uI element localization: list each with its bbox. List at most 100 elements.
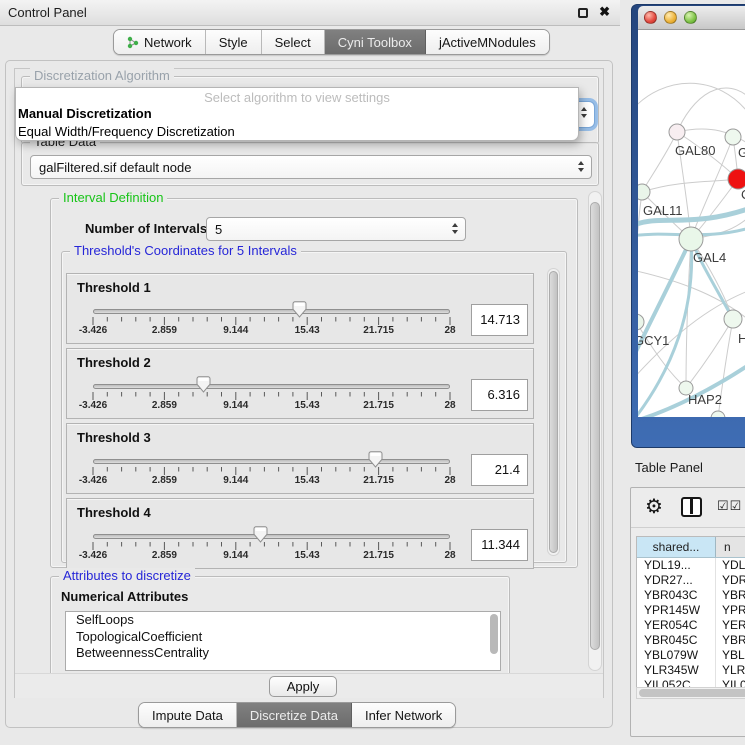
cell-shared-name[interactable]: YPR145W: [637, 603, 716, 618]
column-header-name[interactable]: n: [716, 537, 745, 557]
table-row[interactable]: YDL19...YDL1: [637, 558, 745, 573]
threshold-value-field[interactable]: 14.713: [471, 304, 528, 336]
tick-label: -3.426: [79, 550, 107, 561]
slider-handle[interactable]: [253, 526, 268, 543]
network-icon: [127, 36, 139, 49]
attribute-item[interactable]: BetweennessCentrality: [66, 645, 500, 662]
tab-impute-data[interactable]: Impute Data: [139, 703, 237, 727]
tab-select[interactable]: Select: [262, 30, 325, 54]
number-of-intervals-label: Number of Intervals: [85, 221, 207, 236]
cell-shared-name[interactable]: YBR043C: [637, 588, 716, 603]
table-row[interactable]: YDR27...YDR2: [637, 573, 745, 588]
dropdown-option-equal-width[interactable]: Equal Width/Frequency Discretization: [16, 122, 578, 140]
network-node[interactable]: [711, 411, 725, 417]
tab-infer-network[interactable]: Infer Network: [352, 703, 455, 727]
threshold-box-4: Threshold 4-3.4262.8599.14415.4321.71528…: [66, 498, 534, 569]
attributes-list-scrollbar-thumb[interactable]: [490, 614, 498, 654]
cell-shared-name[interactable]: YDL19...: [637, 558, 716, 573]
close-traffic-light-icon[interactable]: [644, 11, 657, 24]
number-of-intervals-combo[interactable]: 5: [206, 217, 466, 241]
float-window-icon[interactable]: [578, 8, 588, 18]
attribute-item[interactable]: SelfLoops: [66, 612, 500, 629]
threshold-value-field[interactable]: 21.4: [471, 454, 528, 486]
slider-track[interactable]: [93, 384, 450, 389]
table-row[interactable]: YBR043CYBR0: [637, 588, 745, 603]
control-panel-titlebar: Control Panel ✖: [0, 0, 620, 26]
split-panel-icon[interactable]: [681, 497, 702, 517]
minimize-traffic-light-icon[interactable]: [664, 11, 677, 24]
threshold-value-field[interactable]: 6.316: [471, 379, 528, 411]
threshold-label: Threshold 4: [77, 505, 151, 520]
network-node[interactable]: [679, 227, 703, 251]
table-horizontal-scrollbar[interactable]: [636, 687, 745, 699]
column-header-shared-name[interactable]: shared...: [637, 537, 716, 557]
tab-label: Style: [219, 35, 248, 50]
cell-name[interactable]: YLR3: [716, 663, 745, 678]
combo-arrows-icon: [578, 161, 584, 172]
network-node[interactable]: [728, 169, 745, 189]
tab-network[interactable]: Network: [114, 30, 206, 54]
attribute-item[interactable]: TopologicalCoefficient: [66, 629, 500, 646]
cell-name[interactable]: YDL1: [716, 558, 745, 573]
network-node[interactable]: [669, 124, 685, 140]
cell-name[interactable]: YDR2: [716, 573, 745, 588]
close-icon[interactable]: ✖: [599, 4, 610, 20]
select-columns-icons[interactable]: ☑☑: [717, 498, 742, 514]
network-edge: [642, 132, 677, 192]
table-row[interactable]: YBR045CYBR0: [637, 633, 745, 648]
tick-label: -3.426: [79, 325, 107, 336]
network-node[interactable]: [725, 129, 741, 145]
table-row[interactable]: YPR145WYPR1: [637, 603, 745, 618]
table-hscrollbar-thumb[interactable]: [639, 689, 745, 697]
numerical-attributes-list[interactable]: SelfLoopsTopologicalCoefficientBetweenne…: [65, 611, 501, 671]
apply-button[interactable]: Apply: [269, 676, 337, 697]
tick-label: 28: [444, 475, 455, 486]
slider-track[interactable]: [93, 459, 450, 464]
tick-label: 9.144: [223, 550, 248, 561]
table-data-combo[interactable]: galFiltered.sif default node: [30, 155, 592, 179]
table-row[interactable]: YLR345WYLR3: [637, 663, 745, 678]
threshold-box-3: Threshold 3-3.4262.8599.14415.4321.71528…: [66, 423, 534, 494]
network-node[interactable]: [638, 184, 650, 200]
slider-handle[interactable]: [292, 301, 307, 318]
tab-cyni-toolbox[interactable]: Cyni Toolbox: [325, 30, 426, 54]
panel-vertical-scrollbar[interactable]: [588, 191, 602, 671]
threshold-label: Threshold 2: [77, 355, 151, 370]
cell-shared-name[interactable]: YLR345W: [637, 663, 716, 678]
network-view-window: GAL80GACGAL11GAL4GCY1HHAP2: [631, 4, 745, 448]
tick-label: 2.859: [152, 550, 177, 561]
tab-discretize-data[interactable]: Discretize Data: [237, 703, 352, 727]
network-canvas[interactable]: GAL80GACGAL11GAL4GCY1HHAP2: [638, 30, 745, 417]
slider-handle[interactable]: [196, 376, 211, 393]
slider-handle[interactable]: [368, 451, 383, 468]
network-node[interactable]: [638, 314, 644, 330]
cell-name[interactable]: YPR1: [716, 603, 745, 618]
dropdown-option-manual[interactable]: Manual Discretization: [16, 104, 578, 122]
cell-name[interactable]: YBR0: [716, 588, 745, 603]
cell-shared-name[interactable]: YDR27...: [637, 573, 716, 588]
cell-shared-name[interactable]: YBL079W: [637, 648, 716, 663]
cell-name[interactable]: YER0: [716, 618, 745, 633]
thresholds-scrollbar-thumb[interactable]: [549, 271, 558, 553]
panel-scrollbar-thumb[interactable]: [590, 202, 600, 650]
cell-shared-name[interactable]: YBR045C: [637, 633, 716, 648]
threshold-value-field[interactable]: 11.344: [471, 529, 528, 561]
cell-shared-name[interactable]: YER054C: [637, 618, 716, 633]
settings-scroll-area: Interval Definition Number of Intervals …: [21, 189, 603, 673]
table-row[interactable]: YER054CYER0: [637, 618, 745, 633]
tick-label: 28: [444, 400, 455, 411]
table-row[interactable]: YBL079WYBL0: [637, 648, 745, 663]
tick-label: 2.859: [152, 400, 177, 411]
slider-track[interactable]: [93, 309, 450, 314]
tick-label: 15.43: [295, 550, 320, 561]
tab-label: Network: [144, 35, 192, 50]
network-node[interactable]: [724, 310, 742, 328]
thresholds-scrollbar[interactable]: [547, 268, 560, 556]
zoom-traffic-light-icon[interactable]: [684, 11, 697, 24]
tab-jactivemnodules[interactable]: jActiveMNodules: [426, 30, 549, 54]
gear-icon[interactable]: ⚙: [645, 494, 663, 519]
slider-track[interactable]: [93, 534, 450, 539]
cell-name[interactable]: YBR0: [716, 633, 745, 648]
tab-style[interactable]: Style: [206, 30, 262, 54]
cell-name[interactable]: YBL0: [716, 648, 745, 663]
